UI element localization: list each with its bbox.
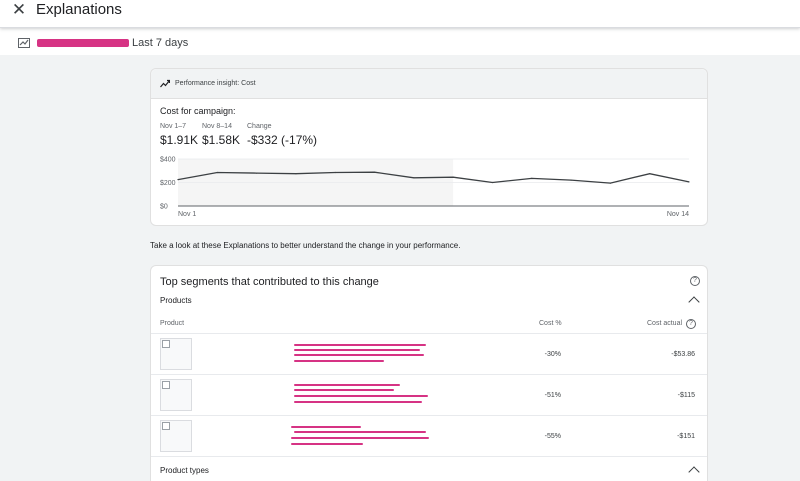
products-group-title: Products [160,296,192,305]
redacted-product-name [294,431,426,433]
product-types-group-title: Product types [160,466,209,475]
column-header-cost-actual[interactable]: Cost actual [647,320,682,327]
redacted-product-name [294,384,400,386]
stat-value: $1.91K [160,133,199,147]
date-range-label: Last 7 days [132,37,189,49]
data-point [491,181,494,184]
x-tick-label: Nov 14 [667,211,689,218]
stat-label: Nov 1–7 [160,123,187,130]
table-row[interactable]: -55% -$151 [151,415,707,456]
redacted-campaign-name [37,39,129,47]
insight-title: Performance insight: Cost [175,80,256,87]
stat-period-1: Nov 1–7 $1.91K [160,123,198,147]
column-header-cost-pct[interactable]: Cost % [539,320,562,327]
stat-value: $1.58K [202,133,241,147]
product-thumbnail [160,420,192,452]
data-point [452,176,454,178]
data-point [177,178,179,181]
data-point [216,171,218,174]
data-point [334,171,336,174]
top-app-bar: ✕ Explanations [0,0,800,28]
cost-pct-cell: -51% [544,392,561,399]
chevron-up-icon[interactable] [688,466,700,478]
cost-actual-cell: -$151 [677,433,695,440]
page-title: Explanations [36,1,122,18]
redacted-product-name [291,426,361,428]
product-thumbnail [160,338,192,370]
data-point [373,171,376,173]
redacted-product-name [294,401,422,403]
table-row[interactable]: -51% -$115 [151,374,707,415]
data-point [649,173,651,175]
stat-label: Nov 8–14 [202,123,232,130]
campaign-subheader: Last 7 days [0,28,800,55]
stat-label: Change [247,123,272,130]
chevron-up-icon[interactable] [688,296,700,308]
y-tick-label: $0 [160,204,168,211]
data-point [413,177,415,179]
help-icon[interactable]: ? [690,276,700,286]
y-tick-label: $400 [160,157,176,164]
redacted-product-name [294,349,420,351]
product-types-section[interactable]: Product types [151,456,707,481]
explanations-intro: Take a look at these Explanations to bet… [150,241,461,250]
segments-title: Top segments that contributed to this ch… [160,276,379,288]
cost-line-chart: $400 $200 $0 Nov 1 Nov 14 [160,157,690,218]
redacted-product-name [291,443,363,445]
cost-pct-cell: -30% [544,351,561,358]
redacted-product-name [294,389,394,391]
data-point [688,181,690,183]
redacted-product-name [291,437,429,439]
trend-chart-icon [18,38,30,48]
data-point [256,172,258,174]
metric-title: Cost for campaign: [160,106,236,116]
close-icon[interactable]: ✕ [10,1,28,19]
data-point [570,179,572,181]
stat-change: Change -$332 (-17%) [247,123,317,147]
x-tick-label: Nov 1 [178,211,196,218]
cost-pct-cell: -55% [544,433,561,440]
help-icon[interactable]: ? [686,319,696,329]
column-header-product: Product [160,320,185,327]
cost-actual-cell: -$53.86 [671,351,695,358]
performance-insight-card: Performance insight: Cost Cost for campa… [150,68,708,226]
table-row[interactable]: -30% -$53.86 [151,333,707,374]
y-tick-label: $200 [160,180,176,187]
stat-period-2: Nov 8–14 $1.58K [202,123,240,147]
redacted-product-name [294,360,384,362]
top-segments-card: Top segments that contributed to this ch… [150,265,708,481]
product-thumbnail [160,379,192,411]
data-point [609,182,611,184]
redacted-product-name [294,395,428,397]
stat-value: -$332 (-17%) [247,133,318,147]
insight-card-header: Performance insight: Cost [151,69,707,99]
data-point [295,173,297,175]
data-point [531,177,533,179]
redacted-product-name [294,354,424,356]
redacted-product-name [294,344,426,346]
cost-actual-cell: -$115 [677,392,695,399]
trending-icon [160,79,170,88]
